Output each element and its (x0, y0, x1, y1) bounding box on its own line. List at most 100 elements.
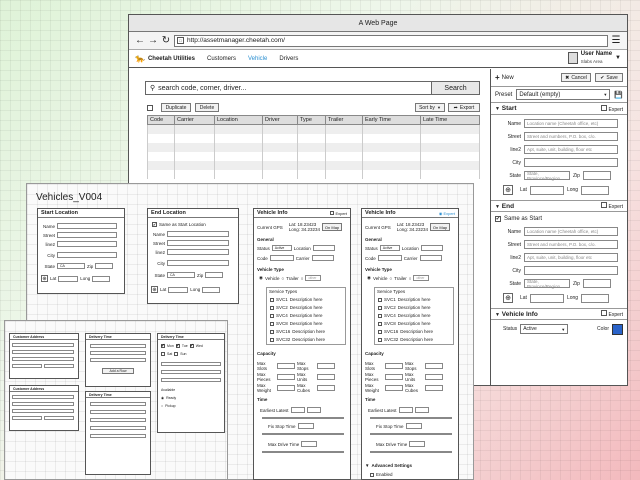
max-drive-field[interactable] (409, 441, 426, 447)
day-checkbox[interactable] (174, 352, 179, 356)
table-row[interactable] (147, 160, 480, 170)
search-button[interactable]: Search (432, 81, 480, 95)
mini-field[interactable] (90, 402, 146, 406)
col-type[interactable]: Type (297, 115, 326, 125)
crosshair-icon[interactable]: ⊕ (503, 293, 513, 303)
cap-field[interactable] (277, 385, 295, 391)
mini-field[interactable] (12, 402, 74, 406)
on-map-button[interactable]: On Map (430, 223, 451, 231)
fix-stop-field[interactable] (405, 423, 422, 429)
radio-icon[interactable]: ◉ (259, 275, 263, 281)
earliest-field[interactable] (290, 407, 305, 413)
crosshair-icon[interactable]: ⊕ (41, 275, 48, 282)
mini-field[interactable] (90, 358, 146, 362)
new-button[interactable]: + New (495, 73, 514, 82)
end-lat-input[interactable] (529, 293, 564, 303)
svc-checkbox[interactable] (378, 305, 382, 310)
enabled-checkbox[interactable] (370, 472, 374, 477)
start-lat-field[interactable] (58, 275, 79, 282)
end-section-header[interactable]: ▼ End Expert (491, 200, 627, 212)
start-lat-input[interactable] (529, 185, 564, 195)
mini-field[interactable] (12, 357, 74, 361)
radio-icon[interactable]: ◉ (367, 275, 371, 281)
save-button[interactable]: ✔ Save (595, 73, 623, 82)
svc-checkbox[interactable] (270, 321, 274, 326)
radio-icon[interactable]: ◉ (161, 396, 164, 400)
end-long-input[interactable] (581, 293, 610, 303)
start-state-input[interactable]: State, Province/Region (524, 171, 570, 181)
expert-checkbox[interactable] (601, 104, 608, 111)
day-checkbox[interactable]: ✔ (176, 343, 180, 349)
radio-icon[interactable]: ○ (281, 276, 284, 281)
location-select[interactable] (420, 245, 443, 251)
svc-checkbox[interactable] (378, 329, 382, 334)
mini-field[interactable] (90, 418, 146, 422)
col-carrier[interactable]: Carrier (174, 115, 215, 125)
fix-stop-field[interactable] (297, 423, 314, 429)
end-line2-input[interactable]: Apt, suite, unit, building, floor etc (524, 253, 618, 262)
end-long-field[interactable] (202, 286, 221, 293)
same-as-start-checkbox[interactable]: ✔ (152, 222, 157, 227)
svc-checkbox[interactable] (378, 337, 382, 342)
cap-field[interactable] (317, 385, 335, 391)
end-street-input[interactable]: Street and numbers, P.O. box, c/o. (524, 240, 618, 249)
mini-field[interactable] (12, 364, 42, 368)
end-zip-input[interactable] (582, 279, 611, 288)
latest-field[interactable] (306, 407, 321, 413)
other-field[interactable]: other (413, 275, 430, 281)
col-driver[interactable]: Driver (262, 115, 298, 125)
end-name-field[interactable] (167, 231, 229, 237)
nav-drivers[interactable]: Drivers (279, 56, 298, 62)
expand-icon[interactable]: ▼ (365, 463, 369, 468)
on-map-button[interactable]: On Map (322, 223, 343, 231)
end-state-input[interactable]: State, Province/Region (524, 279, 570, 289)
refresh-icon[interactable]: ↻ (161, 35, 171, 46)
nav-vehicle[interactable]: Vehicle (248, 56, 267, 62)
duplicate-button[interactable]: Duplicate (161, 103, 191, 112)
cap-field[interactable] (385, 363, 403, 369)
start-city-field[interactable] (57, 252, 117, 258)
start-name-input[interactable]: Location name (Cheetah office, etc) (524, 119, 618, 128)
mini-field[interactable] (12, 395, 74, 399)
end-name-input[interactable]: Location name (Cheetah office, etc) (524, 227, 618, 236)
same-as-start-checkbox[interactable]: ✔ (495, 215, 501, 222)
mini-field[interactable] (161, 378, 221, 382)
cap-field[interactable] (425, 363, 443, 369)
start-street-input[interactable]: Street and numbers, P.O. box, c/o. (524, 132, 618, 141)
day-checkbox[interactable]: ✔ (190, 343, 194, 349)
mini-field[interactable] (12, 350, 74, 354)
day-checkbox[interactable]: ✔ (161, 343, 165, 349)
mini-field[interactable] (90, 434, 146, 438)
end-zip-field[interactable] (205, 272, 224, 278)
table-row[interactable] (147, 133, 480, 143)
status-select[interactable]: Active (379, 245, 400, 251)
end-city-input[interactable] (524, 266, 618, 275)
time-slider[interactable] (370, 417, 452, 419)
svc-checkbox[interactable] (270, 329, 274, 334)
stop-time-slider[interactable] (370, 433, 452, 435)
start-line2-input[interactable]: Apt, suite, unit, building, floor etc (524, 145, 618, 154)
forward-icon[interactable]: → (148, 35, 158, 46)
url-field[interactable]: □ http://assetmanager.cheetah.com/ (174, 34, 608, 47)
search-input[interactable]: ⚲ search code, corner, driver... (145, 81, 432, 95)
start-zip-field[interactable] (95, 263, 114, 269)
code-field[interactable] (269, 255, 294, 261)
location-select[interactable] (312, 245, 335, 251)
svc-checkbox[interactable] (270, 313, 274, 318)
latest-field[interactable] (414, 407, 429, 413)
mini-field[interactable] (90, 410, 146, 414)
radio-icon[interactable]: ○ (389, 276, 392, 281)
cap-field[interactable] (277, 374, 295, 380)
table-row[interactable] (147, 142, 480, 152)
end-street-field[interactable] (167, 240, 229, 246)
other-field[interactable]: other (305, 275, 322, 281)
col-late-time[interactable]: Late Time (420, 115, 480, 125)
radio-icon[interactable]: ○ (301, 276, 304, 281)
col-trailer[interactable]: Trailer (325, 115, 363, 125)
day-checkbox[interactable] (161, 352, 165, 356)
mini-field[interactable] (90, 351, 146, 355)
delete-button[interactable]: Delete (195, 103, 219, 112)
sort-button[interactable]: Sort by ▼ (415, 103, 445, 112)
mini-field[interactable] (44, 416, 74, 420)
drive-time-slider[interactable] (370, 451, 452, 453)
